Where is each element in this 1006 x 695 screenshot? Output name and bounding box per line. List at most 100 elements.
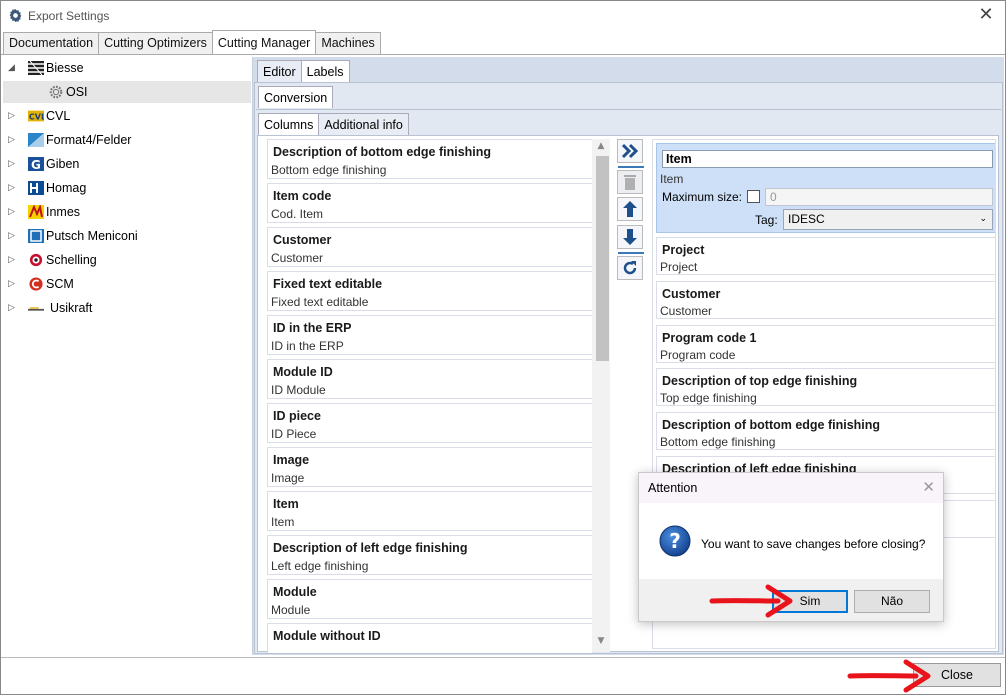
editor-tab-strip: Editor Labels — [257, 60, 350, 82]
tree-item-label: Giben — [46, 157, 80, 171]
tree-item-usikraft[interactable]: ▷ Usikraft — [3, 297, 251, 319]
title-bar: Export Settings ✕ — [1, 1, 1005, 31]
expand-arrow-icon[interactable]: ▷ — [8, 297, 18, 319]
tree-item-scm[interactable]: ▷ SCM — [3, 273, 251, 295]
max-size-label: Maximum size: — [662, 190, 743, 204]
usikraft-logo-icon — [28, 307, 44, 311]
no-button[interactable]: Não — [854, 590, 930, 613]
expand-arrow-icon[interactable]: ▷ — [8, 201, 18, 223]
tree-item-biesse[interactable]: ◢ Biesse — [3, 57, 251, 79]
tab-divider — [1, 54, 1005, 55]
double-chevron-right-icon — [621, 143, 639, 159]
list-item[interactable]: ID in the ERP ID in the ERP — [267, 315, 593, 355]
main-tab-strip: Documentation Cutting Optimizers Cutting… — [3, 30, 381, 55]
toolbar-separator — [618, 166, 644, 168]
expand-arrow-icon[interactable]: ▷ — [8, 153, 18, 175]
tree-item-osi[interactable]: OSI — [3, 81, 251, 103]
tree-item-label: Schelling — [46, 253, 97, 267]
expand-arrow-icon[interactable]: ▷ — [8, 105, 18, 127]
list-item[interactable]: Description of top edge finishing Top edg… — [656, 368, 995, 406]
svg-text:G: G — [31, 158, 41, 171]
expand-arrow-icon[interactable]: ▷ — [8, 177, 18, 199]
list-item[interactable]: Project Project — [656, 237, 995, 275]
cvl-logo-icon: CVL — [28, 110, 44, 122]
arrow-up-icon — [623, 201, 637, 217]
tab-labels[interactable]: Labels — [300, 60, 350, 82]
tab-additional-info[interactable]: Additional info — [318, 113, 409, 135]
tree-item-label: Putsch Meniconi — [46, 229, 138, 243]
tree-item-label: Inmes — [46, 205, 81, 219]
list-item[interactable]: Module Module — [267, 579, 593, 619]
list-item[interactable]: Item code Cod. Item — [267, 183, 593, 223]
tree-item-giben[interactable]: ▷ G Giben — [3, 153, 251, 175]
toolbar-separator — [618, 252, 644, 254]
add-column-button[interactable] — [617, 139, 643, 163]
selected-column-editor[interactable]: Item Item Maximum size: 0 Tag: IDESC ⌄ — [656, 143, 995, 233]
tab-cutting-manager[interactable]: Cutting Manager — [211, 30, 317, 53]
tab-cutting-optimizers[interactable]: Cutting Optimizers — [98, 32, 213, 54]
scroll-down-icon[interactable]: ▼ — [592, 636, 610, 650]
question-icon: ? — [659, 525, 691, 557]
tab-machines[interactable]: Machines — [315, 32, 381, 54]
move-up-button[interactable] — [617, 197, 643, 221]
column-subtitle: Item — [660, 172, 684, 186]
list-item[interactable]: Fixed text editable Fixed text editable — [267, 271, 593, 311]
list-item[interactable]: Module ID ID Module — [267, 359, 593, 399]
refresh-icon — [623, 261, 637, 275]
expand-arrow-icon[interactable]: ▷ — [8, 249, 18, 271]
tag-select[interactable]: IDESC ⌄ — [783, 209, 993, 230]
available-columns-scrollbar[interactable]: ▲ ▼ — [592, 139, 610, 652]
expand-arrow-icon[interactable]: ▷ — [8, 129, 18, 151]
tab-documentation[interactable]: Documentation — [3, 32, 100, 54]
tree-item-label: OSI — [66, 85, 88, 99]
tree-item-label: Homag — [46, 181, 87, 195]
max-size-checkbox[interactable] — [747, 190, 760, 203]
scroll-up-icon[interactable]: ▲ — [592, 141, 610, 155]
tag-label: Tag: — [755, 213, 778, 227]
inmes-logo-icon — [28, 205, 44, 219]
annotation-arrow-icon — [847, 659, 931, 693]
list-item[interactable]: Description of bottom edge finishing Bott… — [267, 139, 593, 179]
list-item[interactable]: Program code 1 Program code — [656, 325, 995, 363]
putsch-logo-icon — [28, 229, 44, 243]
tab-conversion[interactable]: Conversion — [258, 86, 334, 108]
refresh-button[interactable] — [617, 256, 643, 280]
dialog-title-bar: Attention ✕ — [639, 473, 943, 503]
tree-item-cvl[interactable]: ▷ CVL CVL — [3, 105, 251, 127]
trash-icon — [624, 175, 636, 190]
expand-arrow-icon[interactable]: ▷ — [8, 273, 18, 295]
list-item[interactable]: Customer Customer — [267, 227, 593, 267]
available-columns-list: Description of bottom edge finishing Bott… — [264, 139, 612, 653]
format4-logo-icon — [28, 133, 44, 147]
biesse-logo-icon — [28, 61, 44, 75]
tree-item-format4[interactable]: ▷ Format4/Felder — [3, 129, 251, 151]
max-size-input[interactable]: 0 — [765, 188, 993, 206]
schelling-logo-icon — [29, 253, 43, 267]
list-item[interactable]: Description of bottom edge finishing Bott… — [656, 412, 995, 450]
list-item[interactable]: ID piece ID Piece — [267, 403, 593, 443]
tree-item-homag[interactable]: ▷ Homag — [3, 177, 251, 199]
gear-icon — [49, 85, 63, 99]
scroll-thumb[interactable] — [596, 156, 609, 361]
tree-item-inmes[interactable]: ▷ Inmes — [3, 201, 251, 223]
tree-item-putsch-meniconi[interactable]: ▷ Putsch Meniconi — [3, 225, 251, 247]
dialog-title: Attention — [648, 481, 698, 495]
list-item[interactable]: Module without ID — [267, 623, 593, 653]
expand-arrow-icon[interactable]: ▷ — [8, 225, 18, 247]
list-item[interactable]: Description of left edge finishing Left e… — [267, 535, 593, 575]
scm-logo-icon — [29, 277, 43, 291]
annotation-arrow-icon — [709, 584, 793, 618]
window-close-icon[interactable]: ✕ — [977, 6, 995, 24]
tab-columns[interactable]: Columns — [258, 113, 320, 135]
list-item[interactable]: Image Image — [267, 447, 593, 487]
tree-item-label: SCM — [46, 277, 74, 291]
tab-editor[interactable]: Editor — [257, 60, 302, 82]
column-name-input[interactable]: Item — [662, 150, 993, 168]
delete-column-button[interactable] — [617, 170, 643, 194]
dialog-close-icon[interactable]: ✕ — [922, 478, 935, 496]
list-item[interactable]: Customer Customer — [656, 281, 995, 319]
expand-arrow-icon[interactable]: ◢ — [8, 57, 18, 79]
move-down-button[interactable] — [617, 225, 643, 249]
list-item[interactable]: Item Item — [267, 491, 593, 531]
tree-item-schelling[interactable]: ▷ Schelling — [3, 249, 251, 271]
